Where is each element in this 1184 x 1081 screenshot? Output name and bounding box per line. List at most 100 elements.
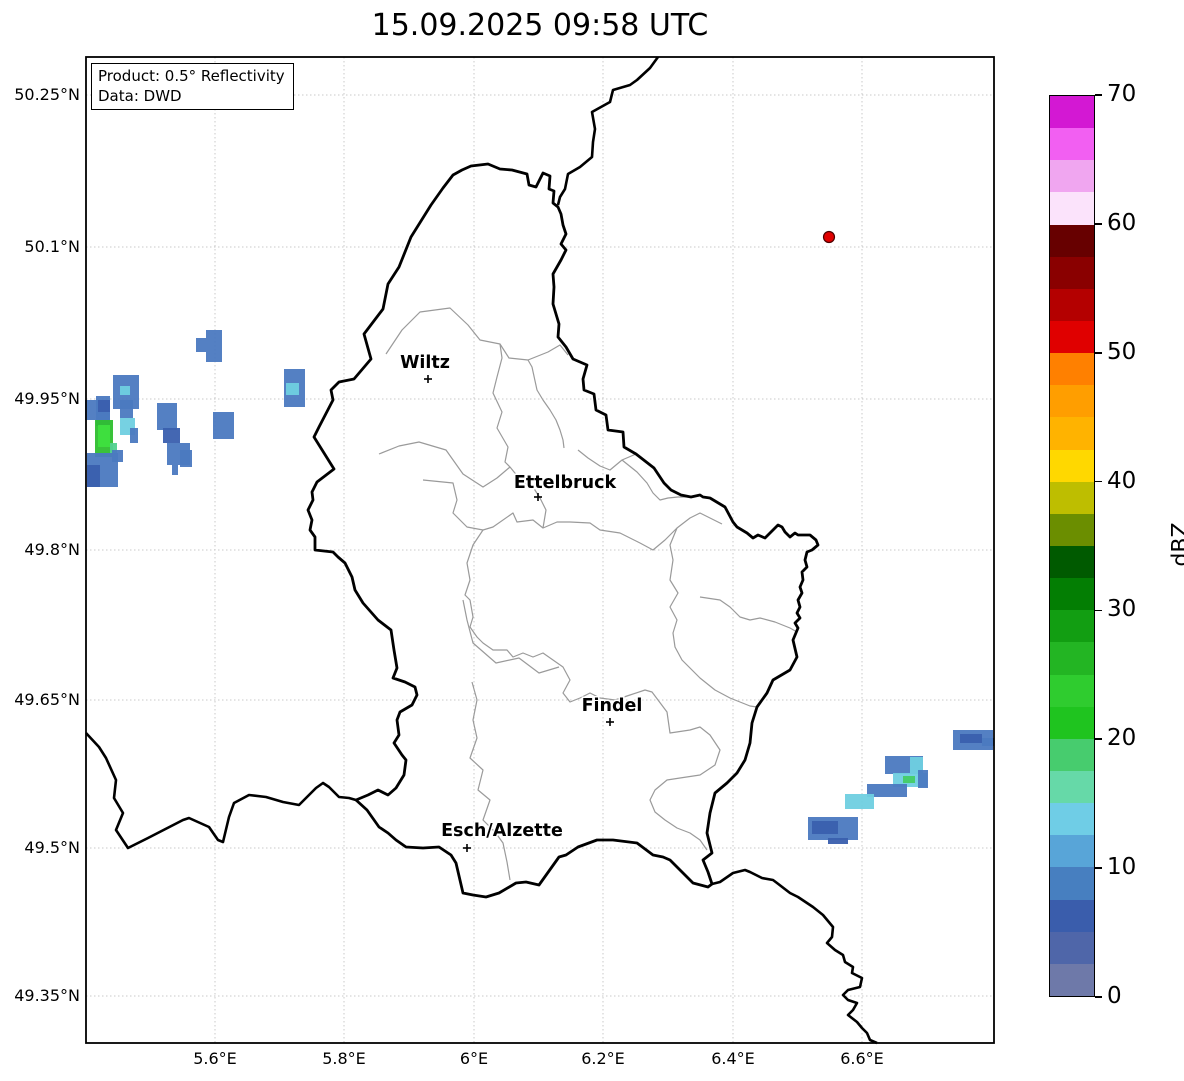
- colorbar-tick-mark: [1095, 351, 1102, 354]
- colorbar-segment: [1050, 738, 1094, 772]
- radar-echo-cell: [112, 450, 123, 462]
- city-label: Findel: [582, 696, 643, 716]
- germany-france-border: [711, 868, 878, 1045]
- radar-echo-cell: [828, 838, 848, 844]
- longitude-tick-label: 5.8°E: [322, 1049, 366, 1068]
- colorbar: [1049, 95, 1095, 997]
- radar-echo-cell: [98, 400, 110, 412]
- product-info-box: Product: 0.5° Reflectivity Data: DWD: [91, 63, 294, 110]
- colorbar-segment: [1050, 224, 1094, 257]
- colorbar-tick-mark: [1095, 867, 1102, 869]
- longitude-tick-label: 6°E: [459, 1049, 489, 1068]
- radar-echo-cell: [213, 412, 234, 439]
- longitude-tick-label: 5.6°E: [193, 1049, 237, 1068]
- latitude-tick-label: 49.5°N: [24, 838, 80, 857]
- colorbar-segment: [1050, 192, 1094, 225]
- colorbar-unit-label: dBZ: [1168, 522, 1184, 567]
- radar-echo-cell: [87, 465, 100, 487]
- colorbar-segment: [1050, 963, 1094, 996]
- city-label: Wiltz: [400, 353, 450, 373]
- district-border: [469, 681, 511, 881]
- colorbar-segment: [1050, 160, 1094, 193]
- latitude-tick-label: 50.25°N: [14, 85, 80, 104]
- district-border: [378, 441, 511, 488]
- city-label: Ettelbruck: [514, 473, 617, 493]
- colorbar-segment: [1050, 867, 1094, 900]
- colorbar-segment: [1050, 803, 1094, 836]
- colorbar-segment: [1050, 674, 1094, 707]
- colorbar-segment: [1050, 417, 1094, 450]
- data-source-line: Data: DWD: [98, 87, 182, 105]
- colorbar-tick-mark: [1095, 94, 1102, 96]
- colorbar-tick-mark: [1095, 738, 1102, 741]
- radar-echo-cell: [120, 400, 133, 418]
- colorbar-segment: [1050, 706, 1094, 739]
- colorbar-tick-label: 20: [1107, 725, 1137, 752]
- colorbar-tick-label: 60: [1107, 209, 1137, 236]
- radar-echo-cell: [172, 465, 178, 475]
- colorbar-segment: [1050, 931, 1094, 964]
- radar-echo-cell: [180, 450, 192, 467]
- district-border: [527, 359, 565, 449]
- luxembourg-border: [306, 162, 820, 899]
- colorbar-segment: [1050, 449, 1094, 482]
- colorbar-segment: [1050, 353, 1094, 386]
- colorbar-tick-mark: [1095, 480, 1102, 483]
- colorbar-segment: [1050, 385, 1094, 418]
- latitude-tick-label: 50.1°N: [24, 237, 80, 256]
- radar-echo-cell: [982, 738, 994, 746]
- radar-echo-cell: [960, 734, 982, 743]
- belgium-germany-border: [556, 56, 660, 206]
- radar-echo-cell: [196, 338, 206, 352]
- city-label: Esch/Alzette: [441, 821, 563, 841]
- colorbar-segment: [1050, 642, 1094, 675]
- colorbar-tick-label: 0: [1107, 983, 1122, 1009]
- colorbar-tick-label: 30: [1107, 596, 1137, 623]
- colorbar-segment: [1050, 771, 1094, 804]
- radar-echo-cell: [163, 428, 180, 443]
- latitude-tick-label: 49.35°N: [14, 986, 80, 1005]
- colorbar-segment: [1050, 96, 1094, 129]
- district-border: [669, 527, 758, 708]
- radar-echo-cell: [812, 821, 838, 834]
- station-dot: [822, 230, 836, 244]
- colorbar-tick-mark: [1095, 223, 1102, 225]
- longitude-tick-label: 6.4°E: [711, 1049, 755, 1068]
- radar-echo-cell: [98, 425, 110, 447]
- latitude-tick-label: 49.95°N: [14, 389, 80, 408]
- colorbar-segment: [1050, 578, 1094, 611]
- radar-echo-cell: [918, 770, 928, 788]
- colorbar-tick-mark: [1095, 996, 1102, 998]
- colorbar-tick-label: 10: [1107, 854, 1137, 881]
- district-border: [462, 599, 560, 674]
- radar-echo-cell: [120, 386, 130, 395]
- radar-echo-cell: [845, 794, 874, 809]
- radar-echo-cell: [157, 403, 177, 430]
- colorbar-segment: [1050, 899, 1094, 932]
- district-border: [699, 596, 798, 633]
- colorbar-segment: [1050, 321, 1094, 354]
- colorbar-segment: [1050, 288, 1094, 322]
- district-border: [577, 449, 637, 471]
- colorbar-segment: [1050, 128, 1094, 161]
- latitude-tick-label: 49.65°N: [14, 690, 80, 709]
- colorbar-tick-label: 40: [1107, 467, 1137, 494]
- colorbar-segment: [1050, 513, 1094, 547]
- colorbar-tick-mark: [1095, 609, 1102, 612]
- colorbar-segment: [1050, 835, 1094, 868]
- latitude-tick-label: 49.8°N: [24, 540, 80, 559]
- colorbar-segment: [1050, 546, 1094, 579]
- colorbar-tick-label: 70: [1107, 81, 1137, 107]
- product-info-line: Product: 0.5° Reflectivity: [98, 67, 285, 85]
- colorbar-segment: [1050, 256, 1094, 289]
- longitude-tick-label: 6.2°E: [581, 1049, 625, 1068]
- radar-echo-cell: [130, 428, 138, 443]
- radar-echo-cell: [286, 383, 299, 395]
- map-canvas: Wiltz Ettelbruck Findel Esch/Alzette: [85, 56, 995, 1045]
- france-border: [85, 732, 357, 850]
- radar-map-window: 15.09.2025 09:58 UTC Product: 0.5° Refle…: [0, 0, 1184, 1081]
- colorbar-segment: [1050, 481, 1094, 514]
- radar-echo-cell: [206, 330, 222, 362]
- colorbar-segment: [1050, 610, 1094, 643]
- radar-echo-cell: [903, 776, 915, 783]
